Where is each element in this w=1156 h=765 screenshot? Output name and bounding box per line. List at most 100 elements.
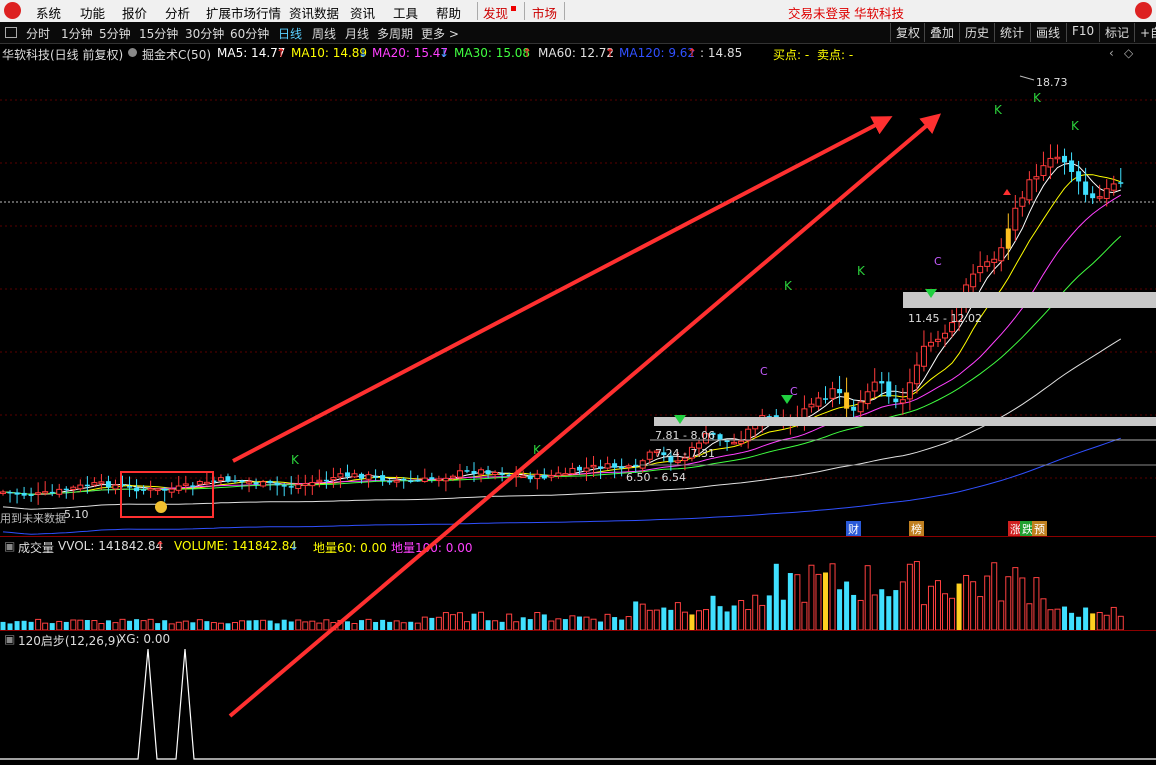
volume-bar (823, 572, 829, 630)
settings-icon[interactable] (128, 48, 137, 57)
candle-body (211, 480, 217, 483)
volume-bar (140, 620, 147, 630)
event-badge-rank[interactable]: 榜 (909, 521, 924, 537)
period-tab[interactable]: 更多 > (421, 25, 459, 42)
menu-item[interactable]: 工具 (393, 3, 418, 22)
toolbar-button[interactable]: 历史 (959, 23, 994, 42)
menu-item[interactable]: 扩展市场行情 (206, 3, 281, 22)
menu-item[interactable]: 资讯数据 (289, 3, 339, 22)
volume-bar (42, 622, 49, 630)
event-badge-forecast[interactable]: 预 (1032, 521, 1047, 537)
candle-body (1033, 176, 1040, 180)
arrow-up-icon: ↑ (155, 539, 166, 553)
volume-bar (155, 623, 161, 630)
volume-bar (984, 575, 991, 630)
candle-body (569, 467, 576, 475)
zone-label: 11.45 - 12.02 (908, 312, 982, 325)
volume-bar (204, 621, 210, 630)
volume-bar (359, 620, 365, 630)
toolbar-button[interactable]: 叠加 (924, 23, 959, 42)
volume-bar (520, 617, 526, 630)
period-tab[interactable]: 月线 (345, 25, 369, 42)
volume-bar (1047, 609, 1054, 630)
menu-item[interactable]: 系统 (36, 3, 61, 22)
toolbar-button[interactable]: 统计 (994, 23, 1029, 42)
period-tab[interactable]: 5分钟 (99, 25, 131, 42)
period-tab[interactable]: 60分钟 (230, 25, 269, 42)
menu-item[interactable]: 报价 (122, 3, 147, 22)
collapse-icon[interactable]: ▣ (4, 632, 15, 646)
candle-body (365, 474, 372, 480)
volume-bar (1019, 577, 1026, 630)
period-tab[interactable]: 15分钟 (139, 25, 178, 42)
menu-item[interactable]: 分析 (165, 3, 190, 22)
menu-item[interactable]: 帮助 (436, 3, 461, 22)
volume-bar (598, 621, 604, 630)
volume-bar (674, 602, 681, 630)
toolbar-button[interactable]: 画线 (1030, 23, 1065, 42)
k-marker: K (1033, 91, 1042, 105)
period-tab[interactable]: 多周期 (377, 25, 413, 42)
candle-body (415, 480, 421, 482)
k-marker: K (533, 443, 542, 457)
candle-body (639, 460, 646, 469)
volume-bar (309, 620, 316, 630)
prev-icon[interactable]: ‹ (1109, 46, 1114, 60)
volume-bar (590, 618, 597, 630)
market-menu[interactable]: 市场 (532, 3, 557, 22)
volume-bar (337, 619, 344, 630)
candle-body (499, 473, 505, 476)
candle-body (84, 484, 90, 487)
candle-body (1019, 197, 1026, 207)
candle-body (478, 469, 485, 475)
candle-body (970, 273, 977, 288)
event-badge-finance[interactable]: 财 (846, 521, 861, 537)
login-status[interactable]: 交易未登录 (788, 3, 851, 22)
period-tab[interactable]: 分时 (26, 25, 50, 42)
toolbar-button[interactable]: +自 (1134, 23, 1156, 42)
volume-bar (689, 614, 695, 630)
candle-body (408, 480, 414, 483)
volume-bar (217, 622, 224, 630)
volume-chart[interactable] (0, 554, 1156, 630)
volume-bar (625, 616, 632, 630)
collapse-icon[interactable]: ▣ (4, 539, 15, 553)
volume-bar (387, 621, 393, 630)
menu-item[interactable]: 资讯 (350, 3, 375, 22)
arrow-up-icon: ↑ (522, 46, 533, 60)
period-tab[interactable]: 30分钟 (185, 25, 224, 42)
candle-body (309, 481, 316, 487)
menu-item[interactable]: 功能 (80, 3, 105, 22)
indicator-name[interactable]: 掘金术C(50) (142, 46, 211, 63)
volume-bar (724, 611, 730, 630)
candle-body (1083, 181, 1089, 195)
volume-bar (21, 620, 27, 630)
diamond-icon[interactable]: ◇ (1124, 46, 1133, 60)
candle-body (871, 381, 878, 392)
volume-bar (661, 607, 667, 630)
future-data-note: 用到未来数据 (0, 512, 66, 525)
period-tab[interactable]: 周线 (312, 25, 336, 42)
toolbar-button[interactable]: 标记 (1099, 23, 1134, 42)
toolbar-button[interactable]: F10 (1066, 23, 1099, 42)
candle-body (527, 475, 533, 480)
period-tab[interactable]: 日线 (278, 25, 302, 42)
zone-band (654, 417, 1156, 426)
period-tab[interactable]: 1分钟 (61, 25, 93, 42)
candle-body (1096, 196, 1103, 199)
discover-menu[interactable]: 发现 (483, 3, 508, 22)
candle-body (1026, 179, 1033, 201)
volume-bar (913, 561, 920, 630)
candle-body (562, 473, 569, 476)
volume-bar (239, 620, 246, 630)
xg-signal-chart[interactable] (0, 647, 1156, 765)
k-marker: K (1071, 119, 1080, 133)
volume-bar (485, 620, 491, 630)
price-chart[interactable]: KKKKKKKCCC (0, 62, 1156, 536)
toolbar-button[interactable]: 复权 (890, 23, 925, 42)
volume-bar (267, 620, 273, 630)
candle-body (731, 441, 738, 445)
volume-bar (871, 594, 878, 630)
panel-toggle-icon[interactable] (5, 27, 17, 38)
vvol-value: VVOL: 141842.84 (58, 539, 164, 553)
